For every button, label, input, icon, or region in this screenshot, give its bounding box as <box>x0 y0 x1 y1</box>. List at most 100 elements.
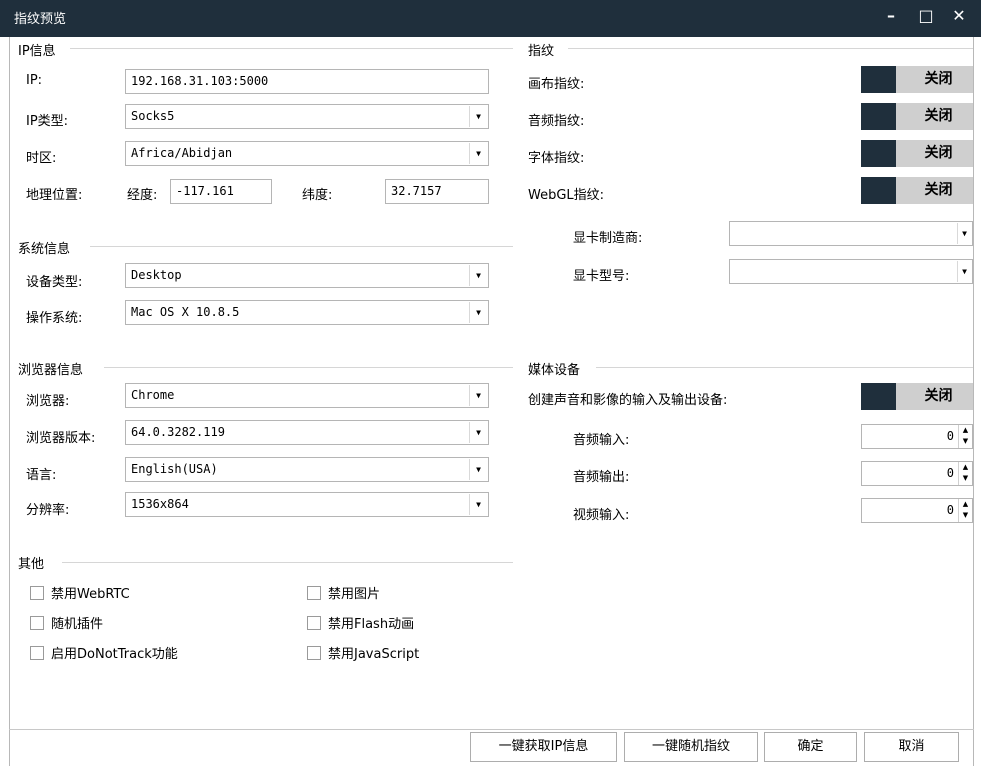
minimize-icon[interactable]: – <box>879 6 903 25</box>
gpu-vendor-label: 显卡制造商: <box>573 231 643 246</box>
stepper-arrows-icon[interactable]: ▲ ▼ <box>958 499 972 522</box>
media-section-title: 媒体设备 <box>528 359 589 378</box>
chevron-down-icon[interactable]: ▼ <box>957 223 971 244</box>
system-section-title: 系统信息 <box>18 238 79 257</box>
webgl-fp-label: WebGL指纹: <box>528 188 605 203</box>
random-plugins-checkbox[interactable]: 随机插件 <box>30 613 103 632</box>
os-value: Mac OS X 10.8.5 <box>131 305 240 319</box>
toggle-state-label: 关闭 <box>896 140 973 167</box>
fingerprint-section-divider <box>568 48 973 49</box>
os-select[interactable]: Mac OS X 10.8.5 ▼ <box>125 300 489 325</box>
window-title: 指纹预览 <box>14 12 67 27</box>
chevron-down-icon[interactable]: ▼ <box>469 265 487 286</box>
browser-value: Chrome <box>131 388 175 402</box>
disable-images-label: 禁用图片 <box>328 587 381 602</box>
other-section-divider <box>62 562 513 563</box>
gpu-model-select[interactable]: ▼ <box>729 259 973 284</box>
enable-dnt-label: 启用DoNotTrack功能 <box>51 647 178 662</box>
font-fp-toggle[interactable]: 关闭 <box>861 140 973 167</box>
toggle-knob <box>861 103 896 130</box>
browser-label: 浏览器: <box>26 394 70 409</box>
resolution-value: 1536x864 <box>131 497 189 511</box>
chevron-down-icon[interactable]: ▼ <box>469 385 487 406</box>
gpu-vendor-select[interactable]: ▼ <box>729 221 973 246</box>
chevron-down-icon[interactable]: ▼ <box>469 302 487 323</box>
create-media-toggle[interactable]: 关闭 <box>861 383 973 410</box>
canvas-fp-toggle[interactable]: 关闭 <box>861 66 973 93</box>
toggle-knob <box>861 383 896 410</box>
longitude-input[interactable]: -117.161 <box>170 179 272 204</box>
audio-input-value: 0 <box>946 429 954 443</box>
ok-button[interactable]: 确定 <box>764 732 857 762</box>
disable-webrtc-checkbox[interactable]: 禁用WebRTC <box>30 583 130 602</box>
chevron-down-icon[interactable]: ▼ <box>469 494 487 515</box>
latitude-input[interactable]: 32.7157 <box>385 179 489 204</box>
longitude-label: 经度: <box>127 188 158 203</box>
maximize-icon[interactable]: □ <box>914 6 938 25</box>
audio-input-stepper[interactable]: 0 ▲ ▼ <box>861 424 973 449</box>
audio-fp-toggle[interactable]: 关闭 <box>861 103 973 130</box>
video-input-stepper[interactable]: 0 ▲ ▼ <box>861 498 973 523</box>
font-fp-label: 字体指纹: <box>528 151 585 166</box>
fingerprint-section-title: 指纹 <box>528 40 563 59</box>
toggle-state-label: 关闭 <box>896 103 973 130</box>
ip-type-label: IP类型: <box>26 114 69 129</box>
ip-label: IP: <box>26 73 43 88</box>
device-type-select[interactable]: Desktop ▼ <box>125 263 489 288</box>
random-fingerprint-button[interactable]: 一键随机指纹 <box>624 732 758 762</box>
chevron-down-icon[interactable]: ▼ <box>469 422 487 443</box>
toggle-knob <box>861 66 896 93</box>
close-icon[interactable]: ✕ <box>947 6 971 25</box>
disable-flash-label: 禁用Flash动画 <box>328 617 415 632</box>
timezone-label: 时区: <box>26 151 57 166</box>
timezone-select[interactable]: Africa/Abidjan ▼ <box>125 141 489 166</box>
checkbox-box[interactable] <box>307 585 321 600</box>
checkbox-box[interactable] <box>30 615 44 630</box>
checkbox-box[interactable] <box>307 645 321 660</box>
chevron-down-icon[interactable]: ▼ <box>957 261 971 282</box>
browser-section-divider <box>104 367 513 368</box>
disable-js-checkbox[interactable]: 禁用JavaScript <box>307 643 419 662</box>
disable-images-checkbox[interactable]: 禁用图片 <box>307 583 380 602</box>
checkbox-box[interactable] <box>307 615 321 630</box>
webgl-fp-toggle[interactable]: 关闭 <box>861 177 973 204</box>
canvas-fp-label: 画布指纹: <box>528 77 585 92</box>
audio-output-stepper[interactable]: 0 ▲ ▼ <box>861 461 973 486</box>
video-input-value: 0 <box>946 503 954 517</box>
stepper-arrows-icon[interactable]: ▲ ▼ <box>958 462 972 485</box>
audio-input-label: 音频输入: <box>573 433 630 448</box>
language-select[interactable]: English(USA) ▼ <box>125 457 489 482</box>
toggle-state-label: 关闭 <box>896 383 973 410</box>
browser-version-value: 64.0.3282.119 <box>131 425 225 439</box>
stepper-arrows-icon[interactable]: ▲ ▼ <box>958 425 972 448</box>
ip-type-value: Socks5 <box>131 109 175 123</box>
disable-flash-checkbox[interactable]: 禁用Flash动画 <box>307 613 414 632</box>
system-section-divider <box>90 246 513 247</box>
ip-input[interactable]: 192.168.31.103:5000 <box>125 69 489 94</box>
create-media-label: 创建声音和影像的输入及输出设备: <box>528 393 728 408</box>
browser-select[interactable]: Chrome ▼ <box>125 383 489 408</box>
media-section-divider <box>596 367 973 368</box>
ip-type-select[interactable]: Socks5 ▼ <box>125 104 489 129</box>
language-label: 语言: <box>26 468 57 483</box>
checkbox-box[interactable] <box>30 645 44 660</box>
cancel-button[interactable]: 取消 <box>864 732 959 762</box>
get-ip-info-button[interactable]: 一键获取IP信息 <box>470 732 617 762</box>
toggle-state-label: 关闭 <box>896 66 973 93</box>
ip-section-divider <box>70 48 513 49</box>
audio-output-label: 音频输出: <box>573 470 630 485</box>
chevron-down-icon[interactable]: ▼ <box>469 106 487 127</box>
chevron-down-icon[interactable]: ▼ <box>469 143 487 164</box>
enable-dnt-checkbox[interactable]: 启用DoNotTrack功能 <box>30 643 178 662</box>
timezone-value: Africa/Abidjan <box>131 146 233 160</box>
title-bar: 指纹预览 – □ ✕ <box>0 0 981 37</box>
disable-webrtc-label: 禁用WebRTC <box>51 587 130 602</box>
browser-section-title: 浏览器信息 <box>18 359 92 378</box>
video-input-label: 视频输入: <box>573 508 630 523</box>
resolution-select[interactable]: 1536x864 ▼ <box>125 492 489 517</box>
browser-version-select[interactable]: 64.0.3282.119 ▼ <box>125 420 489 445</box>
language-value: English(USA) <box>131 462 218 476</box>
checkbox-box[interactable] <box>30 585 44 600</box>
chevron-down-icon[interactable]: ▼ <box>469 459 487 480</box>
gpu-model-label: 显卡型号: <box>573 269 630 284</box>
